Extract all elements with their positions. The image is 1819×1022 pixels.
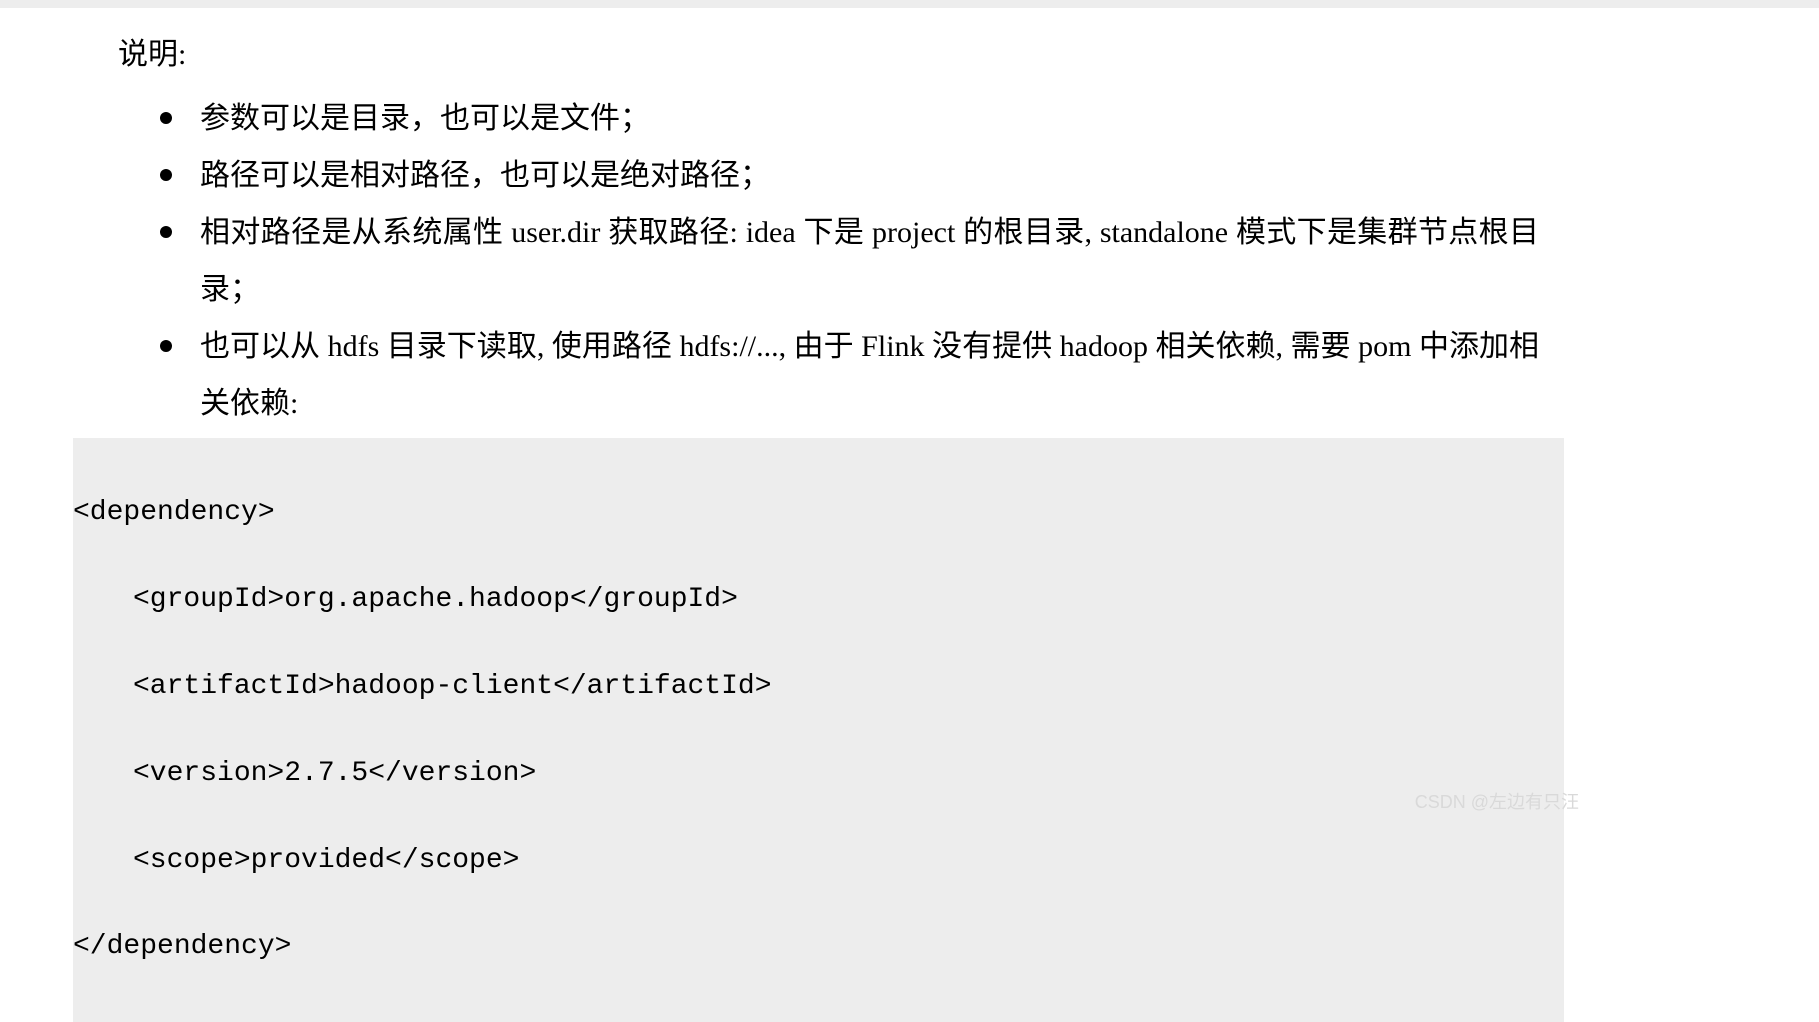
code-line: <groupId>org.apache.hadoop</groupId> (73, 578, 1564, 621)
bullet-text: 路径可以是相对路径，也可以是绝对路径； (200, 147, 1539, 204)
watermark: CSDN @左边有只汪 (1415, 788, 1579, 814)
list-item: 路径可以是相对路径，也可以是绝对路径； (118, 147, 1539, 204)
code-line: <version>2.7.5</version> (73, 752, 1564, 795)
bullet-text: 参数可以是目录，也可以是文件； (200, 90, 1539, 147)
bullet-text: 也可以从 hdfs 目录下读取, 使用路径 hdfs://..., 由于 Fli… (200, 318, 1539, 432)
list-item: 相对路径是从系统属性 user.dir 获取路径: idea 下是 projec… (118, 204, 1539, 318)
code-line: </dependency> (73, 925, 1564, 968)
bullet-dot-icon (160, 112, 172, 124)
bullet-list: 参数可以是目录，也可以是文件； 路径可以是相对路径，也可以是绝对路径； 相对路径… (118, 90, 1539, 432)
bullet-dot-icon (160, 340, 172, 352)
code-line: <scope>provided</scope> (73, 839, 1564, 882)
list-item: 也可以从 hdfs 目录下读取, 使用路径 hdfs://..., 由于 Fli… (118, 318, 1539, 432)
bullet-dot-icon (160, 169, 172, 181)
header-strip (0, 0, 1819, 8)
code-block: <dependency> <groupId>org.apache.hadoop<… (73, 438, 1564, 1022)
bullet-text: 相对路径是从系统属性 user.dir 获取路径: idea 下是 projec… (200, 204, 1539, 318)
list-item: 参数可以是目录，也可以是文件； (118, 90, 1539, 147)
code-line: <artifactId>hadoop-client</artifactId> (73, 665, 1564, 708)
document-body: 说明: 参数可以是目录，也可以是文件； 路径可以是相对路径，也可以是绝对路径； … (0, 28, 1819, 432)
code-line: <dependency> (73, 491, 1564, 534)
bullet-dot-icon (160, 226, 172, 238)
intro-text: 说明: (118, 28, 1539, 82)
